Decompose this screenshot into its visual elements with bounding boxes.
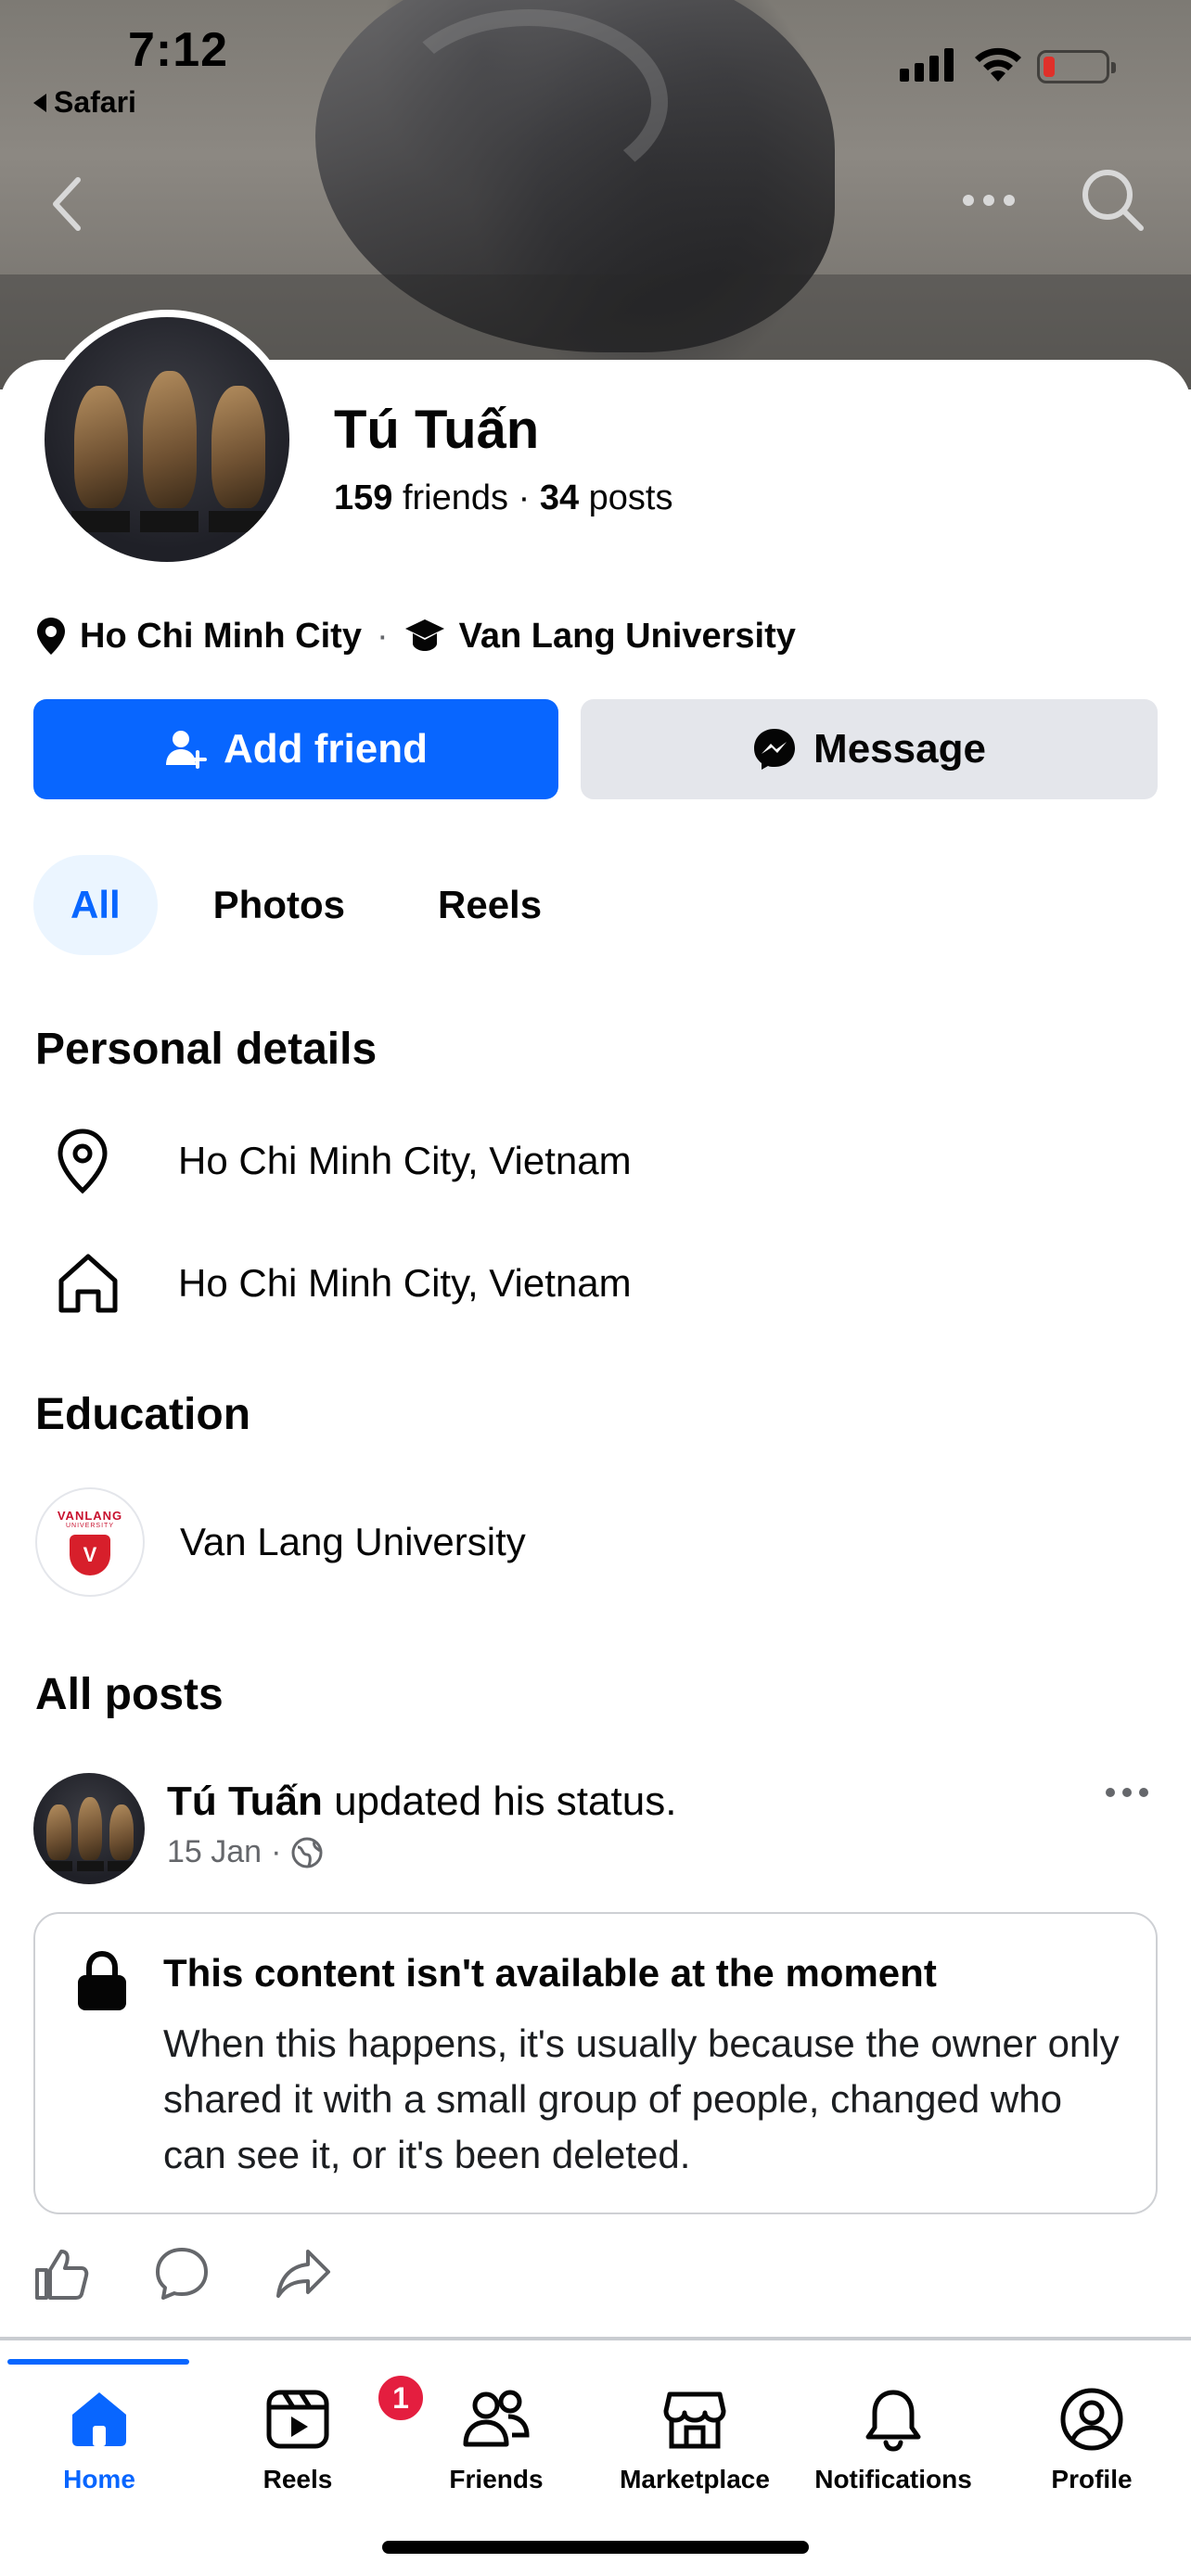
education-row: VANLANG UNIVERSITY V Van Lang University [35,1487,526,1597]
profile-name: Tú Tuấn [334,400,540,460]
location-pin-icon [37,618,65,655]
reels-icon [266,2390,329,2449]
post-author-name[interactable]: Tú Tuấn [167,1779,323,1824]
like-icon[interactable] [33,2246,89,2302]
unavailable-body: When this happens, it's usually because … [163,2021,1120,2176]
tab-profile-label: Profile [1051,2465,1133,2493]
back-chevron-icon[interactable] [48,174,85,234]
profile-stats: 159 friends · 34 posts [334,478,672,518]
cellular-signal-icon [900,48,954,82]
home-indicator [382,2541,809,2554]
school-shield-icon: V [70,1535,110,1575]
post-meta-separator: · [271,1834,282,1869]
post-more-icon[interactable] [1104,1786,1150,1799]
tab-marketplace-label: Marketplace [620,2465,770,2493]
bell-icon [865,2390,921,2452]
tab-reels-label: Reels [263,2465,333,2493]
message-label: Message [813,726,986,772]
tab-friends[interactable]: Friends [397,2387,596,2494]
post-header: Tú Tuấn updated his status. [167,1779,676,1825]
all-posts-title: All posts [35,1670,224,1719]
tab-profile[interactable]: Profile [992,2387,1191,2494]
home-outline-icon [58,1254,118,1313]
reels-icon-wrap: 1 [265,2372,427,2452]
tab-reels[interactable]: 1 Reels [198,2372,427,2494]
tab-home-label: Home [63,2465,135,2493]
current-city-row: Ho Chi Minh City, Vietnam [35,1124,632,1198]
posts-label: posts [588,478,673,517]
tab-marketplace[interactable]: Marketplace [596,2387,794,2494]
school-logo-text: VANLANG [57,1509,123,1523]
friends-count: 159 [334,478,393,517]
stats-separator: · [518,478,531,517]
wifi-icon [975,47,1021,82]
tab-notifications[interactable]: Notifications [794,2387,992,2494]
tab-friends-label: Friends [449,2465,544,2493]
post-date[interactable]: 15 Jan [167,1834,262,1870]
globe-icon [291,1837,323,1868]
active-tab-indicator [7,2359,189,2365]
share-icon[interactable] [275,2246,332,2302]
school-name[interactable]: Van Lang University [180,1520,526,1564]
personal-details-title: Personal details [35,1025,378,1074]
back-app-label: Safari [54,85,136,119]
profile-intro-line: Ho Chi Minh City · Van Lang University [35,616,796,657]
search-icon[interactable] [1080,167,1146,234]
add-person-icon [166,731,207,769]
hometown-text[interactable]: Ho Chi Minh City, Vietnam [178,1261,632,1306]
battery-icon [1037,50,1116,83]
status-bar: 7:12 Safari [0,0,1191,130]
unavailable-content-box: This content isn't available at the mome… [33,1912,1158,2214]
school-logo[interactable]: VANLANG UNIVERSITY V [35,1487,145,1597]
post-author-avatar[interactable] [33,1773,145,1884]
friends-icon [463,2390,530,2447]
comment-icon[interactable] [154,2246,210,2302]
graduation-cap-icon [404,619,444,651]
profile-card [0,360,1191,2576]
marketplace-icon [663,2391,726,2449]
more-options-icon[interactable] [961,193,1017,208]
location-pin-outline-icon [58,1129,108,1194]
lock-icon [78,1950,126,2010]
friends-label[interactable]: friends [403,478,508,517]
post-action-text: updated his status. [334,1779,677,1824]
school-logo-subtext: UNIVERSITY [65,1523,114,1529]
back-triangle-icon [33,93,46,112]
home-icon [72,2392,126,2446]
post-meta: 15 Jan · [167,1834,324,1870]
tab-home[interactable]: Home [0,2387,198,2494]
profile-avatar[interactable] [45,317,289,562]
intro-separator: · [376,616,389,656]
location-short[interactable]: Ho Chi Minh City [80,617,362,657]
school-short[interactable]: Van Lang University [459,617,796,657]
tab-notifications-label: Notifications [814,2465,972,2493]
post-actions [33,2246,332,2302]
education-title: Education [35,1390,251,1439]
tab-photos[interactable]: Photos [176,855,382,955]
profile-icon [1060,2388,1123,2451]
add-friend-button[interactable]: Add friend [33,699,558,799]
back-to-app[interactable]: Safari [33,85,136,120]
current-city-text[interactable]: Ho Chi Minh City, Vietnam [178,1139,632,1183]
tab-reels[interactable]: Reels [401,855,579,955]
tab-all[interactable]: All [33,855,158,955]
messenger-icon [754,729,796,770]
message-button[interactable]: Message [581,699,1158,799]
status-time: 7:12 [128,23,229,77]
profile-tabs: All Photos Reels [33,855,579,955]
posts-count: 34 [539,478,580,517]
add-friend-label: Add friend [224,726,428,772]
hometown-row: Ho Chi Minh City, Vietnam [35,1246,632,1320]
unavailable-title: This content isn't available at the mome… [163,1951,937,1995]
